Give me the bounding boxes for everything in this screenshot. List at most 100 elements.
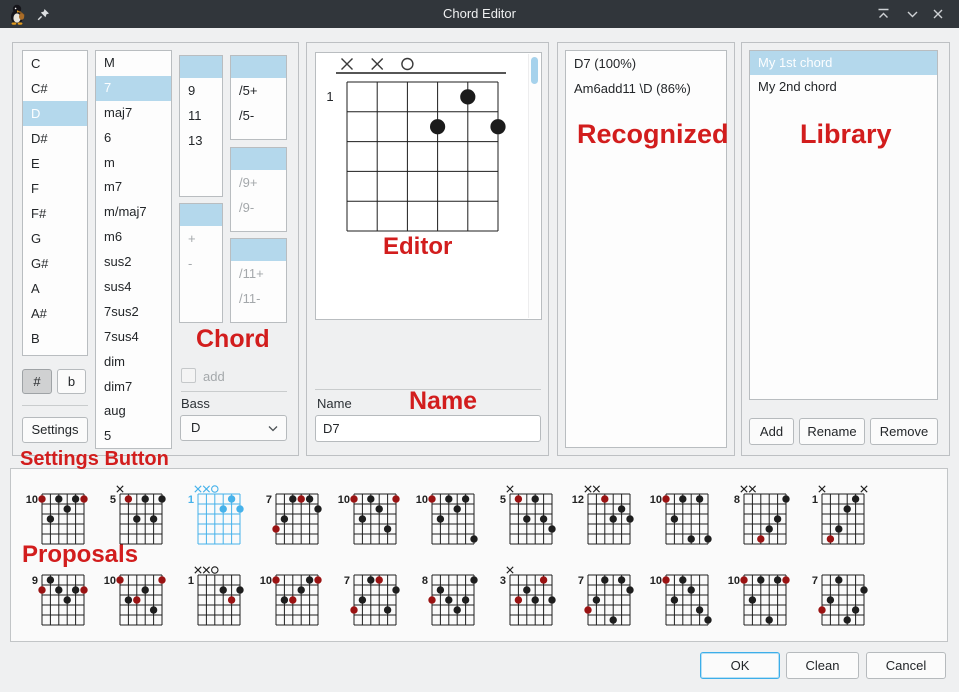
alt5-item[interactable]: /5+ xyxy=(231,78,286,103)
fretboard-editor[interactable]: 1 xyxy=(315,52,542,320)
svg-text:8: 8 xyxy=(422,575,428,587)
note-item[interactable]: A xyxy=(23,276,87,301)
chord-proposal-selected[interactable]: 1 xyxy=(168,480,246,556)
chord-proposal[interactable]: 7 xyxy=(558,561,636,637)
note-item[interactable]: F# xyxy=(23,201,87,226)
note-item[interactable]: G# xyxy=(23,251,87,276)
quality-item[interactable]: M xyxy=(96,51,171,76)
quality-item[interactable]: dim xyxy=(96,350,171,375)
quality-item[interactable]: 7sus4 xyxy=(96,325,171,350)
fretboard-diagram[interactable]: 1 xyxy=(316,53,531,253)
selected-blank-row[interactable] xyxy=(231,56,286,78)
bass-dropdown[interactable]: D xyxy=(180,415,287,441)
chord-proposal[interactable]: 10 xyxy=(636,561,714,637)
quality-item[interactable]: m/maj7 xyxy=(96,200,171,225)
recognized-item[interactable]: Am6add11 \D (86%) xyxy=(566,76,726,101)
sharp-toggle-button[interactable]: # xyxy=(22,369,52,394)
chord-proposal[interactable]: 10 xyxy=(636,480,714,556)
svg-text:1: 1 xyxy=(188,494,194,506)
chord-proposal[interactable]: 10 xyxy=(714,561,792,637)
bass-dropdown-value: D xyxy=(191,416,200,440)
chord-proposal[interactable]: 7 xyxy=(246,480,324,556)
svg-text:10: 10 xyxy=(338,494,350,506)
altered-5th-list[interactable]: /5+/5- xyxy=(230,55,287,140)
chord-name-input[interactable] xyxy=(315,415,541,442)
quality-item[interactable]: 6 xyxy=(96,126,171,151)
scrollbar-thumb[interactable] xyxy=(531,57,538,84)
close-icon[interactable] xyxy=(929,0,947,28)
add-button[interactable]: Add xyxy=(749,418,794,445)
annotation-editor: Editor xyxy=(383,235,452,259)
quality-item[interactable]: maj7 xyxy=(96,101,171,126)
chord-proposal[interactable]: 7 xyxy=(324,561,402,637)
divider xyxy=(22,405,88,406)
recognized-chords-list[interactable]: D7 (100%)Am6add11 \D (86%) xyxy=(565,50,727,448)
quality-item[interactable]: dim7 xyxy=(96,375,171,400)
chord-quality-list[interactable]: M7maj76mm7m/maj7m6sus2sus47sus27sus4dimd… xyxy=(95,50,172,449)
chord-proposal[interactable]: 8 xyxy=(714,480,792,556)
alt5-item[interactable]: /5- xyxy=(231,103,286,128)
degree-item[interactable]: 11 xyxy=(180,103,222,128)
quality-item[interactable]: 7 xyxy=(96,76,171,101)
note-item[interactable]: G xyxy=(23,226,87,251)
recognized-item[interactable]: D7 (100%) xyxy=(566,51,726,76)
chord-proposal[interactable]: 10 xyxy=(246,561,324,637)
note-item[interactable]: C# xyxy=(23,76,87,101)
chord-proposal[interactable]: 1 xyxy=(168,561,246,637)
note-item[interactable]: A# xyxy=(23,301,87,326)
alt9-item: /9- xyxy=(231,195,286,220)
annotation-settings-button: Settings Button xyxy=(20,449,169,469)
library-list[interactable]: My 1st chordMy 2nd chord xyxy=(749,50,938,400)
chord-proposal[interactable]: 10 xyxy=(90,561,168,637)
ok-button[interactable]: OK xyxy=(700,652,780,679)
note-item[interactable]: D xyxy=(23,101,87,126)
svg-text:10: 10 xyxy=(650,575,662,587)
quality-item[interactable]: 5 xyxy=(96,424,171,449)
library-item[interactable]: My 1st chord xyxy=(750,51,937,75)
svg-text:9: 9 xyxy=(32,575,38,587)
note-item[interactable]: B xyxy=(23,326,87,351)
quality-item[interactable]: 7sus2 xyxy=(96,300,171,325)
add-checkbox[interactable] xyxy=(181,368,196,383)
svg-text:7: 7 xyxy=(578,575,584,587)
add-checkbox-label: add xyxy=(203,369,225,384)
note-item[interactable]: F xyxy=(23,176,87,201)
remove-button[interactable]: Remove xyxy=(870,418,938,445)
chord-proposal[interactable]: 10 xyxy=(402,480,480,556)
svg-text:10: 10 xyxy=(728,575,740,587)
note-item[interactable]: E xyxy=(23,151,87,176)
settings-button[interactable]: Settings xyxy=(22,417,88,443)
library-item[interactable]: My 2nd chord xyxy=(750,75,937,99)
selected-blank-row[interactable] xyxy=(180,56,222,78)
degree-list[interactable]: 91113 xyxy=(179,55,223,197)
chord-proposal[interactable]: 5 xyxy=(480,480,558,556)
chord-proposal[interactable]: 7 xyxy=(792,561,870,637)
clean-button[interactable]: Clean xyxy=(786,652,859,679)
note-item[interactable]: D# xyxy=(23,126,87,151)
chord-proposal[interactable]: 8 xyxy=(402,561,480,637)
chord-proposal[interactable]: 10 xyxy=(324,480,402,556)
annotation-chord: Chord xyxy=(196,327,270,352)
svg-text:10: 10 xyxy=(416,494,428,506)
minimize-icon[interactable] xyxy=(903,0,921,28)
quality-item[interactable]: m7 xyxy=(96,175,171,200)
quality-item[interactable]: sus4 xyxy=(96,275,171,300)
cancel-button[interactable]: Cancel xyxy=(866,652,946,679)
chord-proposal[interactable]: 12 xyxy=(558,480,636,556)
rename-button[interactable]: Rename xyxy=(799,418,865,445)
note-item[interactable]: C xyxy=(23,51,87,76)
degree-item[interactable]: 9 xyxy=(180,78,222,103)
editor-scrollbar[interactable] xyxy=(528,54,540,318)
chord-proposal[interactable]: 9 xyxy=(12,561,90,637)
divider xyxy=(181,391,287,392)
quality-item[interactable]: m xyxy=(96,151,171,176)
flat-toggle-button[interactable]: b xyxy=(57,369,86,394)
keep-above-icon[interactable] xyxy=(874,0,892,28)
quality-item[interactable]: aug xyxy=(96,399,171,424)
root-note-list[interactable]: CC#DD#EFF#GG#AA#B xyxy=(22,50,88,356)
degree-item[interactable]: 13 xyxy=(180,128,222,153)
quality-item[interactable]: sus2 xyxy=(96,250,171,275)
chord-proposal[interactable]: 1 xyxy=(792,480,870,556)
quality-item[interactable]: m6 xyxy=(96,225,171,250)
chord-proposal[interactable]: 3 xyxy=(480,561,558,637)
